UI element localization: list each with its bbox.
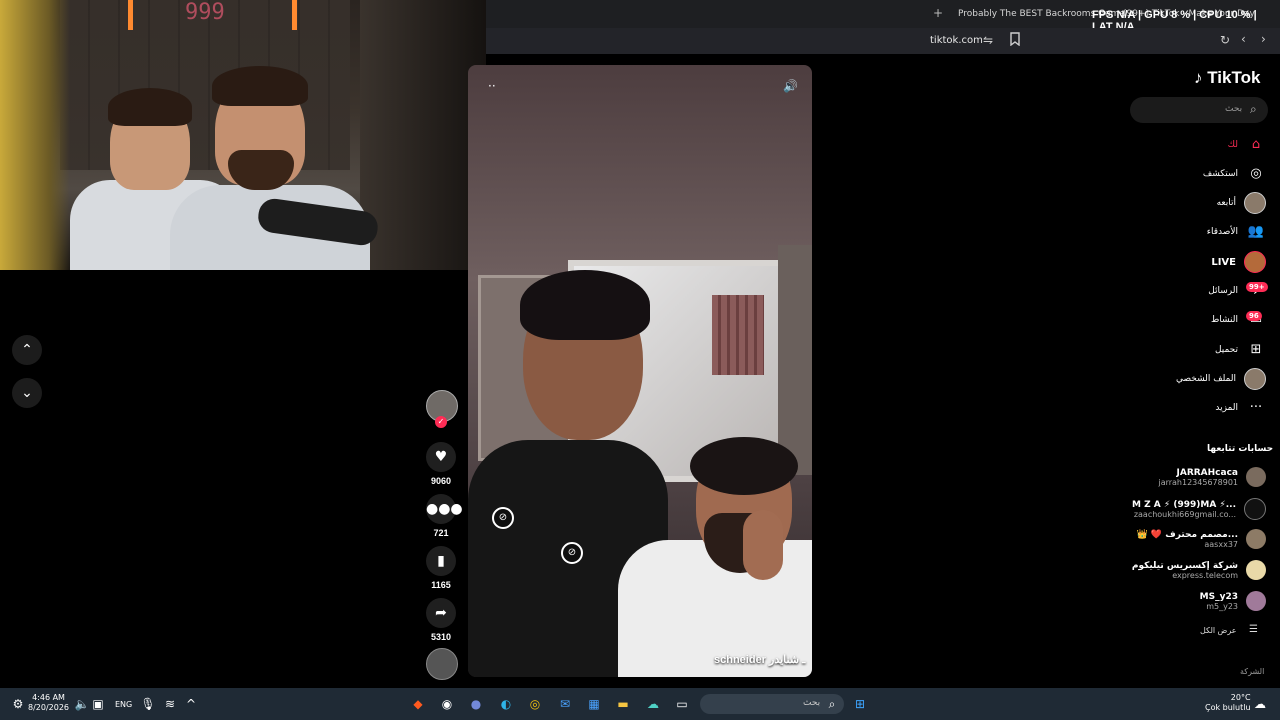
activity-badge: 96: [1246, 311, 1262, 321]
bookmark-icon[interactable]: ▮: [426, 546, 456, 576]
edge-icon[interactable]: ◐: [496, 694, 516, 714]
account-avatar: [1246, 529, 1266, 549]
account-avatar: [1244, 498, 1266, 520]
friends-icon: 👥: [1247, 224, 1265, 239]
clock[interactable]: 4:46 AM 8/20/2026: [28, 693, 69, 713]
site-settings-icon[interactable]: ⇋: [983, 33, 993, 47]
taskbar-search-placeholder: بحث: [803, 698, 821, 708]
comment-icon[interactable]: ●●●: [426, 494, 463, 524]
more-dots-icon[interactable]: ··: [488, 79, 496, 93]
compass-icon: ◎: [1250, 166, 1262, 181]
profile-avatar: [1244, 368, 1266, 390]
chevron-down-icon: ⌄: [21, 385, 33, 401]
nav-item-friends[interactable]: الأصدقاء 👥: [1207, 221, 1266, 243]
next-video-button[interactable]: ⌄: [12, 378, 42, 408]
following-account[interactable]: MS_y23 m5_y23: [1200, 591, 1266, 611]
share-icon[interactable]: ➦: [426, 598, 456, 628]
nav-item-for-you[interactable]: لك ⌂: [1228, 134, 1266, 156]
neon-sign: 999: [185, 0, 225, 25]
weather-widget[interactable]: 20°C Çok bulutlu: [1205, 693, 1251, 713]
network-icon[interactable]: ▣: [88, 694, 108, 714]
account-avatar: [1246, 467, 1266, 487]
mail-icon[interactable]: ✉: [555, 694, 575, 714]
windows-start-icon[interactable]: ⊞: [850, 694, 870, 714]
wifi-off-icon[interactable]: ≋: [160, 694, 180, 714]
chrome-icon[interactable]: ◎: [525, 694, 545, 714]
music-disc[interactable]: [426, 648, 458, 680]
webcam-overlay: 999: [0, 0, 486, 270]
live-avatar: [1244, 251, 1266, 273]
nav-item-explore[interactable]: استكشف ◎: [1203, 163, 1266, 185]
chevron-up-icon: ⌃: [21, 342, 33, 358]
nav-item-live[interactable]: LIVE: [1211, 251, 1266, 273]
settings-icon[interactable]: ⚙: [8, 694, 28, 714]
see-all-link[interactable]: عرض الكل: [1200, 626, 1237, 635]
nav-item-following[interactable]: أتابعه: [1217, 192, 1266, 214]
back-icon[interactable]: ‹: [1241, 32, 1246, 46]
search-placeholder: بحث: [1225, 104, 1243, 114]
share-action[interactable]: ➦ 5310: [426, 598, 456, 642]
upload-icon: ⊞: [1250, 342, 1262, 357]
like-action[interactable]: ♥ 9060: [426, 442, 456, 486]
account-avatar: [1246, 560, 1266, 580]
cloud-icon[interactable]: ☁: [1250, 694, 1270, 714]
shirt-logo-icon: ⊘: [492, 507, 514, 529]
nav-item-more[interactable]: المزيد ···: [1215, 397, 1266, 419]
following-account[interactable]: شركة إكسبريس تيليكوم express.telecom: [1132, 560, 1266, 580]
search-icon[interactable]: ⌕: [822, 694, 842, 714]
save-count: 1165: [431, 580, 451, 590]
url-text[interactable]: tiktok.com: [930, 35, 983, 46]
save-action[interactable]: ▮ 1165: [426, 546, 456, 590]
bookmark-icon[interactable]: [1009, 32, 1021, 49]
video-caption: schneider ـ شنايدر: [714, 654, 806, 666]
comment-count: 721: [433, 528, 449, 538]
store-icon[interactable]: ▦: [584, 694, 604, 714]
microphone-icon[interactable]: 🎙: [138, 694, 158, 714]
discord-icon[interactable]: ●: [466, 694, 486, 714]
like-count: 9060: [430, 476, 452, 486]
language-indicator[interactable]: ENG: [115, 700, 132, 709]
chevron-up-icon[interactable]: ^: [181, 694, 201, 714]
new-tab-button[interactable]: +: [933, 6, 943, 20]
more-icon: ···: [1249, 400, 1263, 415]
app-icon[interactable]: ◉: [437, 694, 457, 714]
home-icon: ⌂: [1251, 137, 1261, 152]
nav-item-upload[interactable]: تحميل ⊞: [1215, 339, 1266, 361]
weather-app-icon[interactable]: ☁: [643, 694, 663, 714]
video-player[interactable]: ⊘ ⊘: [468, 65, 812, 677]
reload-icon[interactable]: ↻: [1220, 33, 1230, 47]
company-link[interactable]: الشركة: [1240, 667, 1264, 676]
following-avatar: [1244, 192, 1266, 214]
following-account[interactable]: JARRAHcaca jarrah12345678901: [1158, 467, 1266, 487]
previous-video-button[interactable]: ⌃: [12, 335, 42, 365]
volume-icon[interactable]: 🔊: [783, 79, 798, 93]
address-bar: [486, 28, 1280, 54]
comment-action[interactable]: ●●● 721: [426, 494, 463, 538]
forward-icon[interactable]: ›: [1261, 32, 1266, 46]
follow-check-icon[interactable]: ✓: [435, 416, 447, 428]
task-view-icon[interactable]: ▭: [672, 694, 692, 714]
following-section-title: حسابات تتابعها: [1207, 444, 1274, 454]
search-input[interactable]: [1130, 97, 1268, 123]
share-count: 5310: [430, 632, 452, 642]
list-icon: ☰: [1249, 624, 1258, 635]
messages-badge: 99+: [1246, 282, 1268, 292]
tiktok-logo[interactable]: ♪ TikTok: [1194, 68, 1260, 88]
file-explorer-icon[interactable]: ▬: [613, 694, 633, 714]
shirt-logo-icon: ⊘: [561, 542, 583, 564]
heart-icon[interactable]: ♥: [426, 442, 456, 472]
nav-item-profile[interactable]: الملف الشخصي: [1176, 368, 1266, 390]
following-account[interactable]: M Z A ⚡ (999)MA ⚡... zaachoukhi669gmail.c…: [1132, 498, 1266, 520]
account-avatar: [1246, 591, 1266, 611]
search-icon[interactable]: ⌕: [1250, 102, 1257, 117]
following-account[interactable]: 👑 ❤️ مصمم محترف... aasxx37: [1137, 529, 1266, 549]
brave-browser-icon[interactable]: ◆: [408, 694, 428, 714]
